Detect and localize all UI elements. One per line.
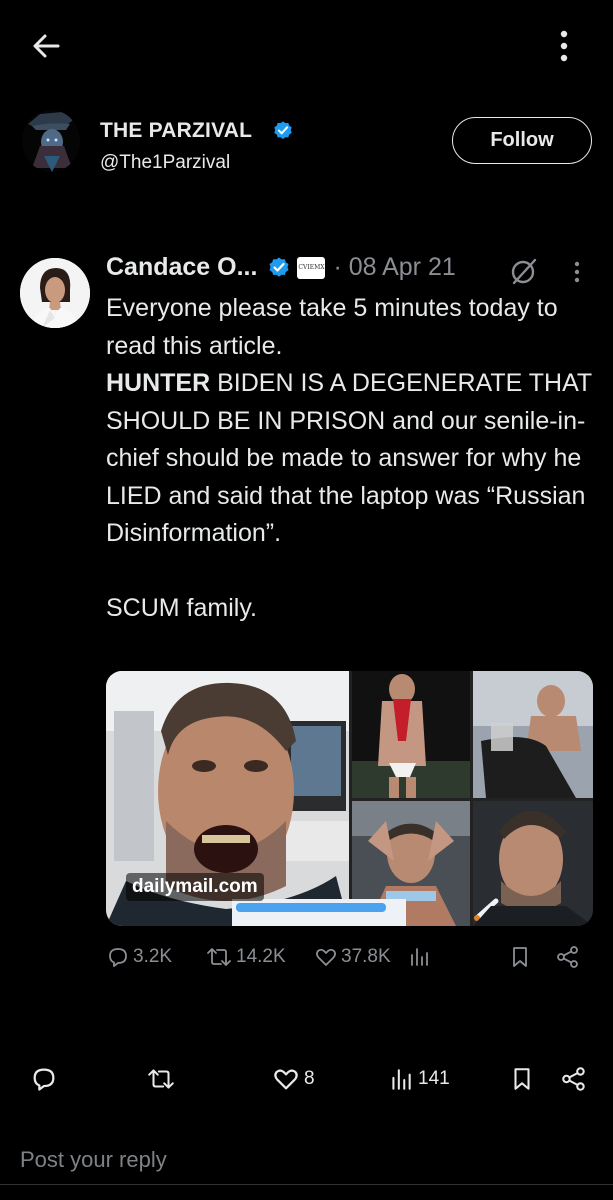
media-source-label: dailymail.com bbox=[126, 873, 264, 901]
reply-divider bbox=[0, 1184, 613, 1185]
quoted-reply-count: 3.2K bbox=[133, 946, 173, 967]
grok-icon[interactable] bbox=[508, 255, 540, 287]
like-button[interactable]: 8 bbox=[272, 1065, 315, 1093]
media-photo-5[interactable] bbox=[473, 801, 593, 926]
more-options-button[interactable] bbox=[548, 28, 580, 64]
author-display-name[interactable]: THE PARZIVAL bbox=[100, 119, 252, 143]
quoted-header: Candace O... CVIEMX · 08 Apr 21 bbox=[106, 253, 456, 282]
bookmark-icon bbox=[514, 1068, 530, 1090]
bookmark-icon bbox=[513, 947, 527, 967]
follow-button[interactable]: Follow bbox=[452, 117, 592, 164]
quoted-repost-button[interactable]: 14.2K bbox=[205, 945, 286, 969]
verified-badge-icon bbox=[267, 256, 291, 280]
quoted-tweet-text: Everyone please take 5 minutes today to … bbox=[106, 290, 596, 628]
repost-icon bbox=[148, 1069, 174, 1089]
quoted-bookmark-button[interactable] bbox=[508, 945, 535, 969]
quoted-views-button[interactable] bbox=[407, 945, 434, 969]
verified-badge-icon bbox=[272, 120, 294, 142]
author-handle[interactable]: @The1Parzival bbox=[100, 152, 230, 174]
reply-icon bbox=[109, 948, 127, 967]
quoted-reply-button[interactable]: 3.2K bbox=[106, 945, 172, 969]
repost-icon bbox=[207, 948, 231, 966]
heart-icon bbox=[315, 948, 337, 966]
quoted-text-paragraph-1: Everyone please take 5 minutes today to … bbox=[106, 294, 558, 360]
views-icon bbox=[392, 1069, 411, 1090]
share-button[interactable] bbox=[560, 1065, 592, 1093]
share-icon bbox=[557, 946, 578, 968]
affiliate-badge: CVIEMX bbox=[297, 256, 326, 279]
quoted-share-button[interactable] bbox=[555, 945, 584, 969]
quoted-display-name[interactable]: Candace O... bbox=[106, 253, 257, 282]
quoted-like-button[interactable]: 37.8K bbox=[314, 945, 391, 969]
quoted-stats-bar: 3.2K 14.2K 37.8K bbox=[106, 945, 596, 973]
reply-icon bbox=[33, 1068, 55, 1091]
share-icon bbox=[562, 1067, 585, 1091]
media-photo-3[interactable] bbox=[473, 671, 593, 798]
views-button[interactable]: 141 bbox=[388, 1065, 450, 1093]
quoted-repost-count: 14.2K bbox=[236, 946, 286, 967]
quoted-date[interactable]: · 08 Apr 21 bbox=[333, 253, 455, 282]
quoted-text-paragraph-2: HUNTER BIDEN IS A DEGENERATE THAT SHOULD… bbox=[106, 365, 596, 553]
reply-input[interactable]: Post your reply bbox=[20, 1147, 167, 1173]
quoted-like-count: 37.8K bbox=[341, 946, 391, 967]
arrow-left-icon bbox=[33, 34, 60, 58]
heart-icon bbox=[274, 1069, 298, 1090]
views-count: 141 bbox=[418, 1068, 450, 1089]
quoted-text-bold: HUNTER bbox=[106, 369, 211, 397]
bookmark-button[interactable] bbox=[509, 1065, 539, 1093]
views-icon bbox=[411, 948, 428, 966]
tweet-action-bar: 8 141 bbox=[0, 1065, 613, 1101]
like-count: 8 bbox=[304, 1068, 315, 1089]
author-avatar[interactable] bbox=[22, 110, 80, 172]
back-button[interactable] bbox=[30, 30, 62, 62]
reply-button[interactable] bbox=[30, 1065, 62, 1093]
quoted-text-paragraph-3: SCUM family. bbox=[106, 594, 257, 622]
quoted-more-icon[interactable] bbox=[570, 258, 584, 286]
media-photo-2[interactable] bbox=[352, 671, 470, 798]
more-vertical-icon bbox=[560, 30, 568, 62]
quoted-author-avatar[interactable] bbox=[20, 258, 90, 328]
repost-button[interactable] bbox=[146, 1065, 180, 1093]
